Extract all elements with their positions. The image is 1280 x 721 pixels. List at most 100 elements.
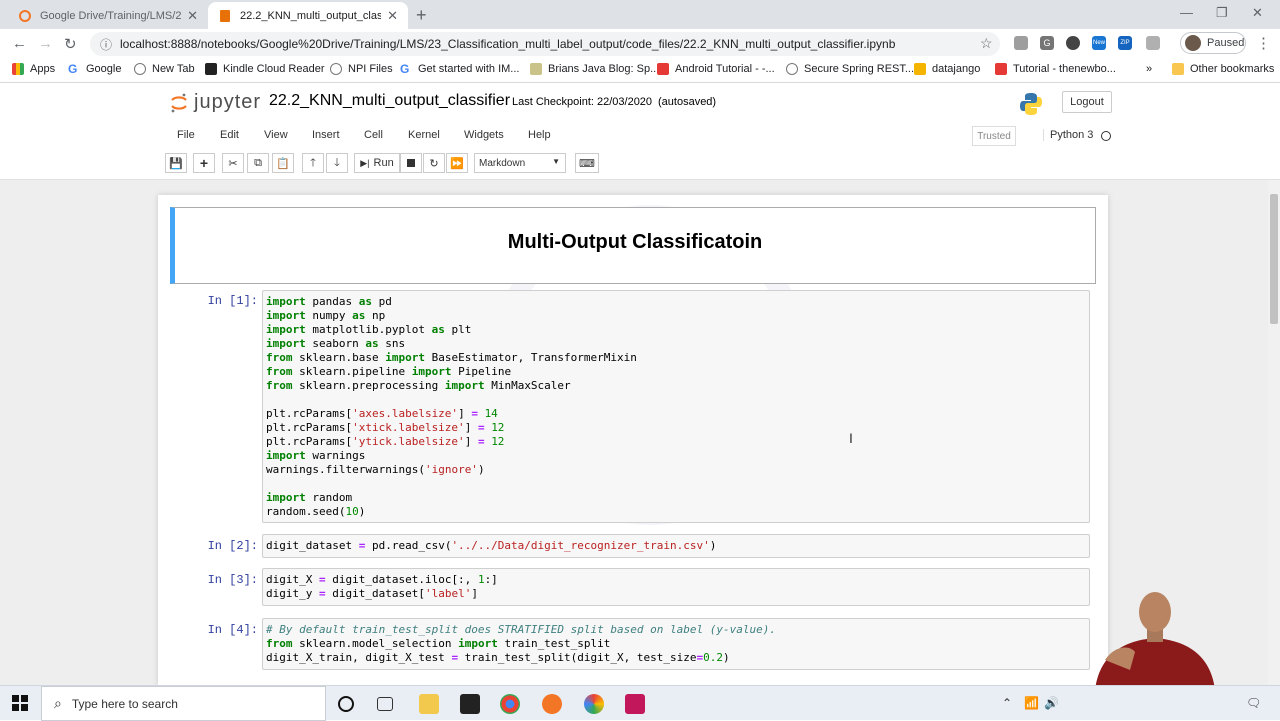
logout-button[interactable]: Logout — [1062, 91, 1112, 113]
bookmark-new-tab[interactable]: New Tab — [134, 63, 195, 75]
code-cell-1[interactable]: import pandas as pd import numpy as np i… — [262, 290, 1090, 523]
eyedropper-extension-icon[interactable] — [1014, 36, 1028, 50]
notebook-name[interactable]: 22.2_KNN_multi_output_classifier — [269, 92, 510, 110]
menu-file[interactable]: File — [177, 129, 195, 141]
keyboard-icon: ⌨ — [579, 157, 595, 170]
minimize-icon[interactable]: — — [1180, 5, 1193, 20]
menu-view[interactable]: View — [264, 129, 288, 141]
reload-icon[interactable]: ↻ — [64, 35, 77, 53]
command-palette-button[interactable]: ⌨ — [575, 153, 599, 173]
save-button[interactable]: 💾 — [165, 153, 187, 173]
menu-edit[interactable]: Edit — [220, 129, 239, 141]
google-g-icon: G — [400, 62, 410, 76]
profile-button[interactable]: Paused — [1180, 32, 1246, 54]
cell-prompt: In [2]: — [207, 539, 258, 553]
restart-run-all-button[interactable]: ⏩ — [446, 153, 468, 173]
jupyter-logo-icon — [170, 92, 188, 114]
cell-type-value: Markdown — [479, 157, 526, 169]
avatar — [1185, 35, 1201, 51]
code-cell-4[interactable]: # By default train_test_split does STRAT… — [262, 618, 1090, 670]
back-arrow-icon[interactable]: ← — [12, 35, 27, 52]
bookmark-android-tutorial[interactable]: Android Tutorial - -... — [657, 63, 775, 75]
window-close-icon[interactable]: ✕ — [1252, 5, 1263, 21]
trusted-indicator[interactable]: Trusted — [972, 126, 1016, 146]
bookmark-secure-spring[interactable]: Secure Spring REST... — [786, 63, 914, 75]
code-cell-3[interactable]: digit_X = digit_dataset.iloc[:, 1:] digi… — [262, 568, 1090, 606]
scissors-icon: ✂ — [228, 157, 238, 170]
volume-icon[interactable]: 🔊 — [1044, 696, 1059, 710]
paste-button[interactable]: 📋 — [272, 153, 294, 173]
new-extension-icon[interactable]: New — [1092, 36, 1106, 50]
circle-extension-icon[interactable] — [1066, 36, 1080, 50]
bookmarks-overflow-chevron[interactable]: » — [1146, 63, 1152, 75]
pdf-extension-icon[interactable] — [1146, 36, 1160, 50]
move-down-button[interactable]: 🡓 — [326, 153, 348, 173]
cut-button[interactable]: ✂ — [222, 153, 244, 173]
jupyter-logo[interactable]: jupyter — [170, 91, 261, 114]
bookmark-other[interactable]: Other bookmarks — [1172, 63, 1274, 75]
browser-tabstrip: Google Drive/Training/LMS/23_Cl ✕ 22.2_K… — [0, 0, 1280, 29]
move-up-button[interactable]: 🡑 — [302, 153, 324, 173]
network-icon[interactable]: 📶 — [1024, 696, 1039, 710]
browser-tab-notebook[interactable]: 22.2_KNN_multi_output_classifier ✕ — [208, 2, 408, 29]
code-cell-2[interactable]: digit_dataset = pd.read_csv('../../Data/… — [262, 534, 1090, 558]
bookmark-datajango[interactable]: datajango — [914, 63, 980, 75]
cortana-icon[interactable] — [338, 696, 354, 712]
kebab-menu-icon[interactable]: ⋮ — [1256, 34, 1271, 52]
checkpoint-status: Last Checkpoint: 22/03/2020 — [512, 96, 653, 108]
restart-button[interactable]: ↻ — [423, 153, 445, 173]
tab-title: Google Drive/Training/LMS/23_Cl — [40, 9, 182, 22]
store-icon[interactable] — [460, 694, 480, 714]
windows-taskbar: ⌕ Type here to search ⌃ 📶 🔊 🗨 — [0, 685, 1280, 721]
taskbar-search-box[interactable]: ⌕ Type here to search — [41, 686, 326, 721]
bookmark-get-started[interactable]: G Get started with IM... — [400, 63, 519, 75]
scrollbar-thumb[interactable] — [1270, 194, 1278, 324]
browser-toolbar: ← → ↻ ⓘ localhost:8888/notebooks/Google%… — [0, 29, 1280, 58]
browser-tab-drive[interactable]: Google Drive/Training/LMS/23_Cl ✕ — [8, 2, 208, 29]
photos-icon[interactable] — [584, 694, 604, 714]
insert-cell-button[interactable]: + — [193, 153, 215, 173]
globe-icon — [134, 63, 146, 75]
markdown-cell[interactable]: Multi-Output Classificatoin — [170, 207, 1096, 284]
bookmark-google[interactable]: G Google — [68, 63, 121, 75]
cell-prompt: In [1]: — [207, 294, 258, 308]
run-button[interactable]: ▶| Run — [354, 153, 400, 173]
info-icon[interactable]: ⓘ — [100, 36, 112, 53]
bookmark-star-icon[interactable]: ☆ — [980, 35, 993, 52]
arrow-up-icon: 🡑 — [310, 156, 316, 169]
tray-chevron-up-icon[interactable]: ⌃ — [1002, 696, 1012, 710]
close-icon[interactable]: ✕ — [187, 8, 198, 24]
chrome-icon[interactable] — [500, 694, 520, 714]
bookmark-npi[interactable]: NPI Files — [330, 63, 393, 75]
menu-kernel[interactable]: Kernel — [408, 129, 440, 141]
book-favicon-icon — [218, 9, 232, 23]
zip-extension-icon[interactable]: ZIP — [1118, 36, 1132, 50]
menu-insert[interactable]: Insert — [312, 129, 340, 141]
jupyter-taskbar-icon[interactable] — [542, 694, 562, 714]
menu-cell[interactable]: Cell — [364, 129, 383, 141]
restart-icon: ↻ — [429, 157, 439, 170]
bookmark-kindle[interactable]: Kindle Cloud Reader — [205, 63, 325, 75]
bookmark-apps[interactable]: Apps — [12, 63, 55, 75]
notebook-heading: Multi-Output Classificatoin — [507, 231, 763, 253]
forward-arrow-icon[interactable]: → — [38, 35, 53, 52]
new-tab-plus-icon[interactable]: + — [416, 5, 427, 26]
notifications-icon[interactable]: 🗨 — [1246, 696, 1261, 710]
windows-start-icon[interactable] — [12, 695, 28, 714]
menu-help[interactable]: Help — [528, 129, 551, 141]
restore-icon[interactable]: ❐ — [1216, 5, 1228, 21]
g-extension-icon[interactable]: G — [1040, 36, 1054, 50]
copy-button[interactable]: ⧉ — [247, 153, 269, 173]
bookmark-brians-blog[interactable]: Brians Java Blog: Sp... — [530, 63, 659, 75]
file-explorer-icon[interactable] — [419, 694, 439, 714]
close-icon[interactable]: ✕ — [387, 8, 398, 24]
run-label: Run — [373, 157, 394, 169]
address-bar[interactable]: ⓘ localhost:8888/notebooks/Google%20Driv… — [90, 32, 1000, 56]
cell-type-select[interactable]: Markdown ▼ — [474, 153, 566, 173]
task-view-icon[interactable] — [377, 697, 393, 711]
menu-widgets[interactable]: Widgets — [464, 129, 504, 141]
interrupt-button[interactable] — [400, 153, 422, 173]
snipping-tool-icon[interactable] — [625, 694, 645, 714]
google-g-icon: G — [68, 62, 78, 76]
bookmark-tutorial-newboston[interactable]: Tutorial - thenewbo... — [995, 63, 1116, 75]
